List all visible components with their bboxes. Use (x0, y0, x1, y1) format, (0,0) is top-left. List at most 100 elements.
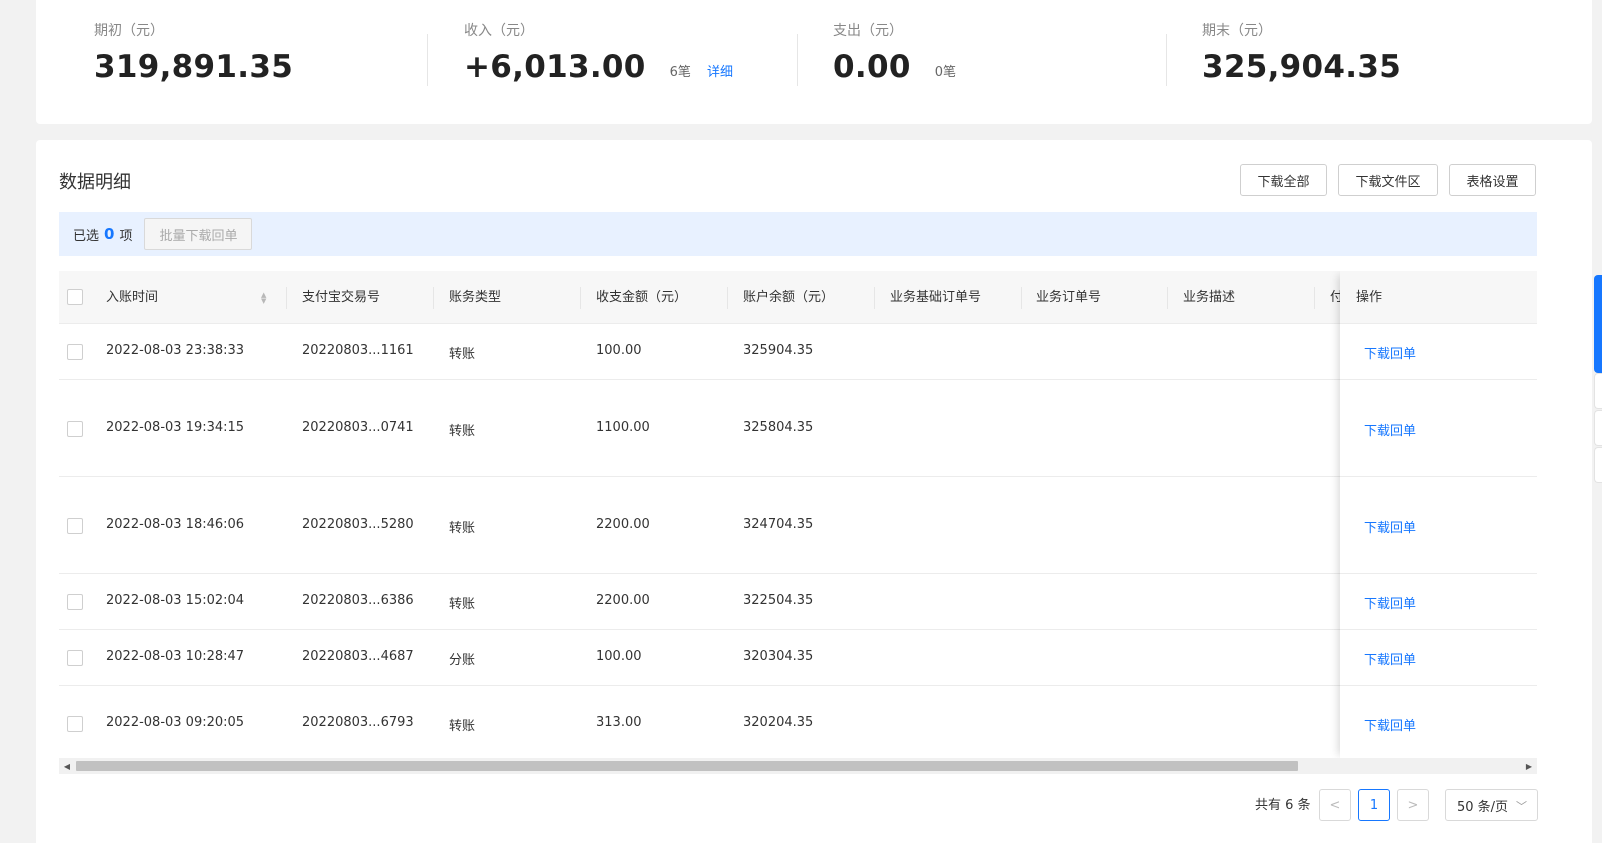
row-checkbox[interactable] (67, 594, 83, 610)
stat-expense: 支出（元） 0.00 0笔 (833, 22, 956, 85)
transactions-table: 入账时间 ▲ ▼ 支付宝交易号 账务类型 收支金额（元） 账户余额（元） 业务基础… (59, 271, 1537, 759)
cell-type: 分账 (449, 653, 476, 668)
column-header: 业务订单号 (1036, 290, 1102, 305)
cell-amount: 100.00 (596, 343, 642, 358)
horizontal-scrollbar[interactable]: ◀ ▶ (59, 758, 1537, 774)
cell-type: 转账 (449, 521, 476, 536)
scrollbar-thumb[interactable] (76, 761, 1298, 771)
cell-amount: 2200.00 (596, 517, 650, 532)
stat-value: +6,013.00 (464, 49, 646, 85)
scroll-left-icon[interactable]: ◀ (59, 758, 75, 774)
column-separator (1167, 287, 1168, 309)
column-header-action: 操作 (1356, 290, 1383, 305)
stat-opening: 期初（元） 319,891.35 (94, 22, 293, 85)
cell-amount: 313.00 (596, 715, 642, 730)
sort-icon[interactable]: ▲ ▼ (261, 292, 266, 305)
row-checkbox[interactable] (67, 421, 83, 437)
column-header: 支付宝交易号 (302, 290, 381, 305)
stat-value: 0.00 (833, 49, 911, 85)
cell-time: 2022-08-03 10:28:47 (106, 649, 245, 664)
chevron-right-icon[interactable]: > (1397, 789, 1429, 821)
chevron-left-icon[interactable]: < (1319, 789, 1351, 821)
download-all-button[interactable]: 下载全部 (1240, 164, 1327, 196)
income-detail-link[interactable]: 详细 (707, 61, 733, 80)
batch-download-button[interactable]: 批量下载回单 (144, 218, 253, 250)
cell-balance: 325804.35 (743, 420, 814, 435)
cell-trade-no: 20220803...0741 (302, 420, 414, 435)
table-settings-button[interactable]: 表格设置 (1449, 164, 1536, 196)
column-separator (580, 287, 581, 309)
column-header: 业务基础订单号 (890, 290, 982, 305)
stat-value: 325,904.35 (1202, 49, 1402, 85)
fixed-action-column: 操作 下载回单 下载回单 下载回单 下载回单 下载回单 下载回单 (1340, 271, 1537, 759)
pagination-total: 共有 6 条 (1255, 798, 1311, 813)
section-title: 数据明细 (59, 172, 131, 193)
row-checkbox[interactable] (67, 716, 83, 732)
cell-time: 2022-08-03 09:20:05 (106, 715, 245, 730)
table-row: 2022-08-03 18:46:06 20220803...5280 转账 2200… (59, 477, 1537, 574)
cell-trade-no: 20220803...6386 (302, 593, 414, 608)
page-size-select[interactable]: 50 条/页 ﹀ (1445, 789, 1538, 821)
row-divider (1340, 476, 1537, 477)
table-row: 2022-08-03 09:20:05 20220803...6793 转账 313.… (59, 686, 1537, 759)
row-checkbox[interactable] (67, 650, 83, 666)
column-separator (874, 287, 875, 309)
side-tab[interactable] (1594, 373, 1602, 409)
cell-time: 2022-08-03 23:38:33 (106, 343, 245, 358)
cell-type: 转账 (449, 597, 476, 612)
table-header: 入账时间 ▲ ▼ 支付宝交易号 账务类型 收支金额（元） 账户余额（元） 业务基础… (59, 271, 1537, 324)
column-header: 业务描述 (1183, 290, 1236, 305)
stat-label: 收入（元） (464, 23, 534, 39)
stat-label: 期末（元） (1202, 23, 1272, 39)
cell-balance: 322504.35 (743, 593, 814, 608)
download-receipt-link[interactable]: 下载回单 (1364, 343, 1416, 362)
column-separator (1314, 287, 1315, 309)
cell-trade-no: 20220803...1161 (302, 343, 414, 358)
row-divider (1340, 379, 1537, 380)
page-button-1[interactable]: 1 (1358, 789, 1390, 821)
row-checkbox[interactable] (67, 518, 83, 534)
cell-time: 2022-08-03 18:46:06 (106, 517, 245, 532)
selection-prefix: 已选 (73, 228, 100, 244)
column-separator (433, 287, 434, 309)
column-separator (1021, 287, 1022, 309)
stat-count: 6笔 (669, 65, 691, 80)
cell-amount: 1100.00 (596, 420, 650, 435)
action-header-cell: 操作 (1340, 271, 1537, 324)
column-header: 收支金额（元） (596, 290, 688, 305)
stat-income: 收入（元） +6,013.00 6笔 详细 (464, 22, 733, 85)
row-divider (1340, 629, 1537, 630)
stat-label: 期初（元） (94, 23, 164, 39)
download-area-button[interactable]: 下载文件区 (1338, 164, 1438, 196)
cell-amount: 2200.00 (596, 593, 650, 608)
selection-count: 0 (104, 225, 115, 243)
download-receipt-link[interactable]: 下载回单 (1364, 517, 1416, 536)
divider (1166, 34, 1167, 86)
column-header: 账户余额（元） (743, 290, 835, 305)
cell-balance: 320304.35 (743, 649, 814, 664)
select-all-checkbox[interactable] (67, 289, 83, 305)
side-panel-handle[interactable] (1594, 275, 1602, 373)
column-separator (286, 287, 287, 309)
table-row: 2022-08-03 10:28:47 20220803...4687 分账 100.… (59, 630, 1537, 686)
download-receipt-link[interactable]: 下载回单 (1364, 420, 1416, 439)
summary-card: 期初（元） 319,891.35 收入（元） +6,013.00 6笔 详细 支… (36, 0, 1592, 124)
stat-count: 0笔 (934, 65, 956, 80)
download-receipt-link[interactable]: 下载回单 (1364, 649, 1416, 668)
side-tab[interactable] (1594, 447, 1602, 483)
column-header: 入账时间 (106, 290, 159, 305)
stat-label: 支出（元） (833, 23, 903, 39)
cell-type: 转账 (449, 719, 476, 734)
table-row: 2022-08-03 19:34:15 20220803...0741 转账 1100… (59, 380, 1537, 477)
chevron-down-icon: ﹀ (1516, 800, 1527, 813)
download-receipt-link[interactable]: 下载回单 (1364, 715, 1416, 734)
cell-amount: 100.00 (596, 649, 642, 664)
cell-balance: 324704.35 (743, 517, 814, 532)
cell-trade-no: 20220803...5280 (302, 517, 414, 532)
divider (797, 34, 798, 86)
scroll-right-icon[interactable]: ▶ (1521, 758, 1537, 774)
row-checkbox[interactable] (67, 344, 83, 360)
download-receipt-link[interactable]: 下载回单 (1364, 593, 1416, 612)
cell-type: 转账 (449, 424, 476, 439)
side-tab[interactable] (1594, 410, 1602, 446)
